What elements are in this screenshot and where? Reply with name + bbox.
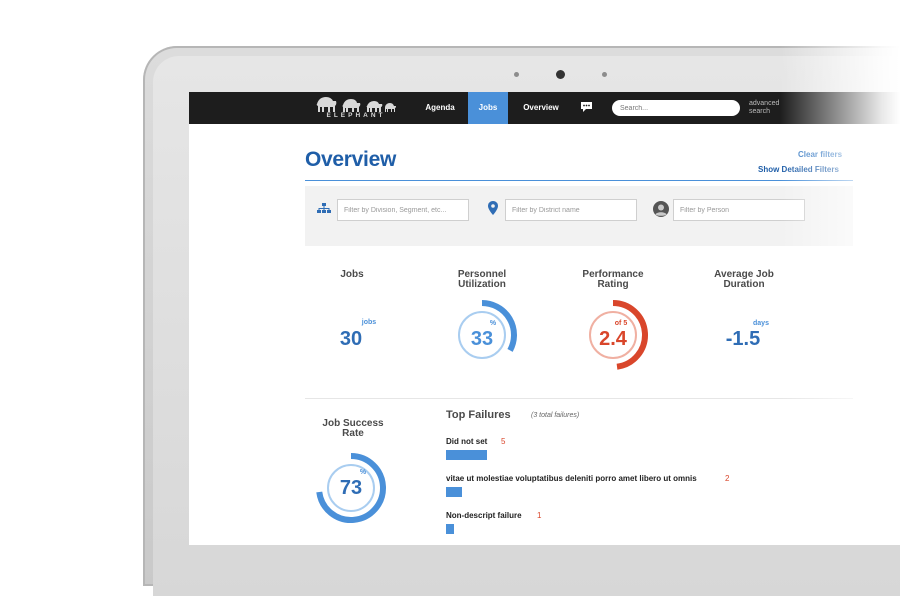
- title-divider: [305, 180, 853, 181]
- failure-bar: [446, 487, 463, 497]
- job-success-unit: %: [359, 469, 367, 476]
- top-failures-title: Top Failures: [446, 409, 511, 421]
- search-input[interactable]: [612, 100, 740, 116]
- person-avatar-icon: [653, 201, 669, 217]
- org-chart-icon: [317, 203, 331, 213]
- advanced-search-link[interactable]: advanced search: [749, 100, 799, 116]
- avg-duration-value: -1.5: [725, 328, 761, 350]
- failure-bar: [446, 524, 455, 534]
- nav-tab-jobs[interactable]: Jobs: [468, 92, 508, 124]
- average-duration-label: Average Job Duration: [689, 270, 799, 290]
- show-detailed-filters-link[interactable]: Show Detailed Filters: [758, 165, 839, 174]
- job-success-value: 73: [339, 477, 363, 499]
- job-success-rate-label: Job Success Rate: [303, 419, 403, 439]
- performance-value: 2.4: [599, 328, 627, 350]
- camera: [556, 70, 565, 79]
- performance-label-line2: Rating: [597, 279, 629, 290]
- failure-bar: [446, 450, 487, 460]
- personnel-value: 33: [470, 328, 494, 350]
- district-filter-input[interactable]: [505, 199, 637, 221]
- elephant-logo-icon: [316, 97, 396, 112]
- page-title: Overview: [305, 148, 396, 171]
- nav-tab-overview[interactable]: Overview: [515, 92, 567, 124]
- performance-rating-label: Performance Rating: [558, 270, 668, 290]
- jobs-value: 30: [339, 328, 363, 350]
- sensor-dot-right: [602, 72, 607, 77]
- stats-divider: [305, 398, 853, 399]
- jobs-label-text: Jobs: [340, 269, 364, 280]
- advanced-search-line2: search: [749, 108, 771, 115]
- failure-count: 5: [501, 437, 506, 446]
- app-screen: ELEPHANT Agenda Jobs Overview advanced s…: [189, 92, 900, 545]
- elephant-logo[interactable]: ELEPHANT: [315, 94, 397, 122]
- failure-count: 1: [537, 511, 542, 520]
- jobs-stat-label: Jobs: [297, 270, 407, 280]
- advanced-search-line1: advanced: [749, 100, 780, 107]
- failure-count: 2: [725, 474, 730, 483]
- failure-label: Non-descript failure: [446, 511, 522, 520]
- performance-unit: of 5: [614, 320, 628, 327]
- division-filter-input[interactable]: [337, 199, 469, 221]
- person-filter-input[interactable]: [673, 199, 805, 221]
- failure-label: Did not set: [446, 437, 488, 446]
- personnel-utilization-label: Personnel Utilization: [427, 270, 537, 290]
- job-success-label-line2: Rate: [342, 428, 364, 439]
- filter-panel: [305, 186, 853, 246]
- chat-bubble-icon[interactable]: [580, 101, 593, 112]
- nav-tab-agenda[interactable]: Agenda: [417, 92, 463, 124]
- top-nav-bar: ELEPHANT Agenda Jobs Overview advanced s…: [189, 92, 900, 124]
- sensor-dot-left: [514, 72, 519, 77]
- logo-wordmark: ELEPHANT: [326, 112, 386, 119]
- jobs-unit: jobs: [361, 319, 377, 326]
- clear-filters-link[interactable]: Clear filters: [798, 150, 842, 159]
- top-failures-subtitle: (3 total failures): [531, 412, 580, 419]
- personnel-label-line2: Utilization: [458, 279, 506, 290]
- failure-label: vitae ut molestiae voluptatibus deleniti…: [446, 474, 697, 483]
- avg-duration-label-line2: Duration: [723, 279, 765, 290]
- map-pin-icon: [488, 201, 498, 215]
- avg-duration-unit: days: [753, 320, 769, 327]
- personnel-unit: %: [489, 320, 497, 327]
